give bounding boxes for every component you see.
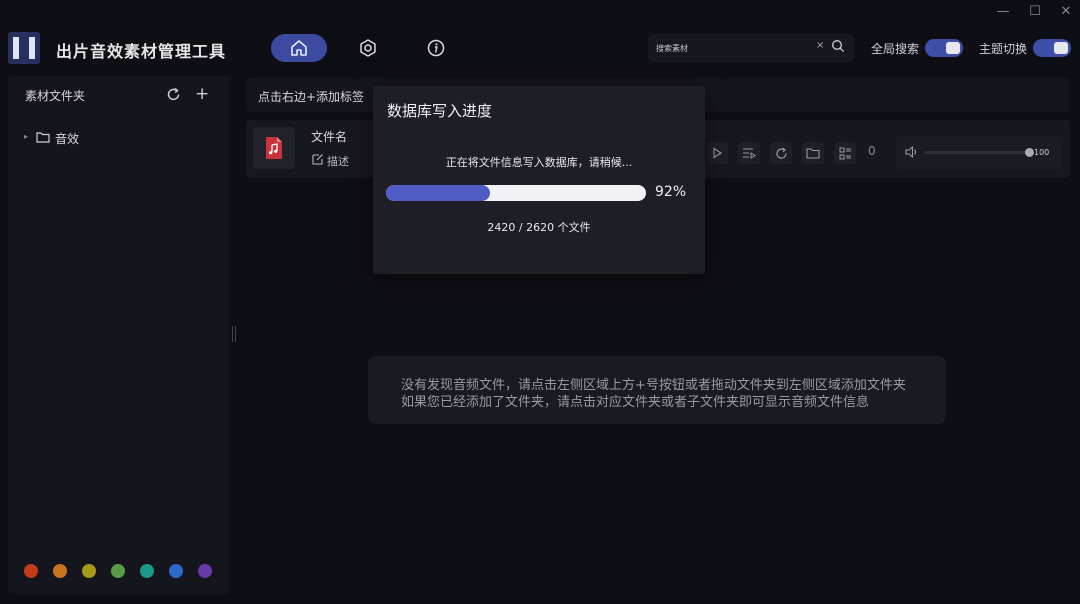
theme-switch-toggle[interactable] [1033, 39, 1071, 57]
home-icon [291, 40, 307, 56]
details-button[interactable] [834, 142, 856, 164]
close-button[interactable]: ✕ [1055, 2, 1077, 20]
play-icon [713, 147, 723, 159]
color-dot[interactable] [82, 564, 96, 578]
volume-slider-track[interactable] [924, 151, 1028, 154]
folder-icon [806, 148, 820, 159]
tag-hint[interactable]: 点击右边+添加标签 [258, 88, 364, 105]
color-dot[interactable] [198, 564, 212, 578]
theme-switch-label: 主题切换 [979, 42, 1028, 56]
volume-value: 100 [1034, 148, 1050, 157]
info-icon [427, 39, 445, 57]
app-title: 出片音效素材管理工具 [56, 42, 227, 61]
loop-icon [775, 147, 787, 159]
global-search-label: 全局搜索 [871, 42, 920, 56]
search-icon[interactable] [831, 39, 845, 53]
nav-info-button[interactable] [408, 34, 464, 62]
sidebar-title: 素材文件夹 [25, 89, 86, 103]
maximize-button[interactable]: ☐ [1024, 2, 1046, 20]
tree-item-label[interactable]: 音效 [55, 130, 79, 147]
volume-icon[interactable] [905, 146, 918, 158]
app-logo [8, 32, 40, 64]
music-file-icon [266, 137, 282, 159]
sidebar [8, 76, 230, 594]
tree-expand-icon[interactable]: ▸ [24, 132, 28, 141]
empty-state-line2: 如果您已经添加了文件夹，请点击对应文件夹或者子文件夹即可显示音频文件信息 [401, 395, 870, 410]
color-dot[interactable] [24, 564, 38, 578]
play-count: 0 [868, 144, 876, 158]
folder-icon [36, 132, 50, 143]
minimize-button[interactable]: — [992, 2, 1014, 20]
loop-button[interactable] [770, 142, 792, 164]
search-input[interactable] [656, 39, 806, 57]
progress-bar-fill [386, 185, 490, 201]
play-list-button[interactable] [738, 142, 760, 164]
play-button[interactable] [706, 142, 728, 164]
color-dot[interactable] [53, 564, 67, 578]
progress-bar [386, 185, 646, 201]
open-folder-button[interactable] [802, 142, 824, 164]
refresh-icon[interactable] [166, 87, 181, 102]
logo-icon [13, 37, 35, 59]
edit-icon[interactable] [312, 153, 324, 165]
settings-icon [360, 39, 376, 57]
search-clear-button[interactable]: × [816, 40, 824, 51]
toggle-knob [1054, 42, 1068, 54]
nav-home-button[interactable] [271, 34, 327, 62]
color-dot[interactable] [169, 564, 183, 578]
search-box: × [648, 34, 854, 62]
dialog-title: 数据库写入进度 [387, 102, 493, 120]
nav-settings-button[interactable] [340, 34, 396, 62]
file-name-label: 文件名 [311, 130, 348, 144]
file-desc-label[interactable]: 描述 [327, 153, 349, 169]
toggle-knob [946, 42, 960, 54]
color-dot[interactable] [140, 564, 154, 578]
playlist-icon [743, 148, 756, 159]
global-search-toggle[interactable] [925, 39, 963, 57]
progress-percent: 92% [655, 184, 687, 200]
volume-slider-knob[interactable] [1025, 148, 1034, 157]
dialog-file-count: 2420 / 2620 个文件 [487, 221, 591, 234]
add-folder-button[interactable]: + [195, 84, 209, 104]
list-detail-icon [839, 147, 851, 159]
file-thumbnail [253, 127, 295, 169]
color-dot[interactable] [111, 564, 125, 578]
sidebar-splitter-handle[interactable] [232, 326, 236, 342]
dialog-status-text: 正在将文件信息写入数据库，请稍候... [445, 156, 633, 169]
